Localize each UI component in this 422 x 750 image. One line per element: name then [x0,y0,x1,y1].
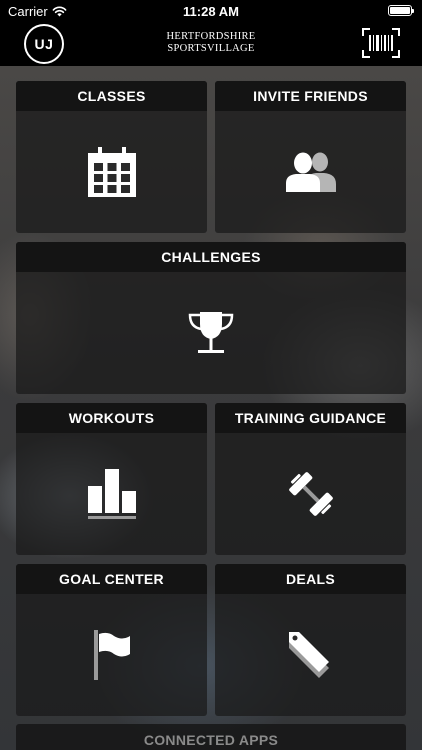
battery-icon [388,5,414,16]
tile-classes-label: CLASSES [16,81,207,111]
bar-chart-icon [87,469,136,519]
tile-classes[interactable]: CLASSES [16,81,207,233]
clock: 11:28 AM [183,4,239,19]
tile-invite-friends-label: INVITE FRIENDS [215,81,406,111]
calendar-icon [87,147,136,197]
avatar[interactable]: UJ [24,24,64,64]
tile-invite-friends[interactable]: INVITE FRIENDS [215,81,406,233]
tile-training-guidance[interactable]: TRAINING GUIDANCE [215,403,406,555]
people-icon [285,152,336,192]
nav-bar: UJ HERTFORDSHIRE SPORTSVILLAGE [0,22,422,66]
brand-line-2: SPORTSVILLAGE [167,43,255,54]
tile-deals-label: DEALS [215,564,406,594]
trophy-icon [188,312,234,353]
brand-line-1: HERTFORDSHIRE [166,31,256,42]
flag-icon [93,630,130,680]
status-bar: Carrier 11:28 AM [0,0,422,22]
dumbbell-icon [288,472,333,516]
tile-goal-center-label: GOAL CENTER [16,564,207,594]
tile-challenges[interactable]: CHALLENGES [16,242,406,394]
tile-training-guidance-label: TRAINING GUIDANCE [215,403,406,433]
tile-workouts[interactable]: WORKOUTS [16,403,207,555]
barcode-scanner-icon[interactable] [362,28,400,58]
brand-logo: HERTFORDSHIRE SPORTSVILLAGE [150,31,272,55]
tile-deals[interactable]: DEALS [215,564,406,716]
tile-goal-center[interactable]: GOAL CENTER [16,564,207,716]
tile-workouts-label: WORKOUTS [16,403,207,433]
tag-icon [288,632,329,678]
tile-connected-apps[interactable]: CONNECTED APPS [16,724,406,750]
tile-challenges-label: CHALLENGES [16,242,406,272]
